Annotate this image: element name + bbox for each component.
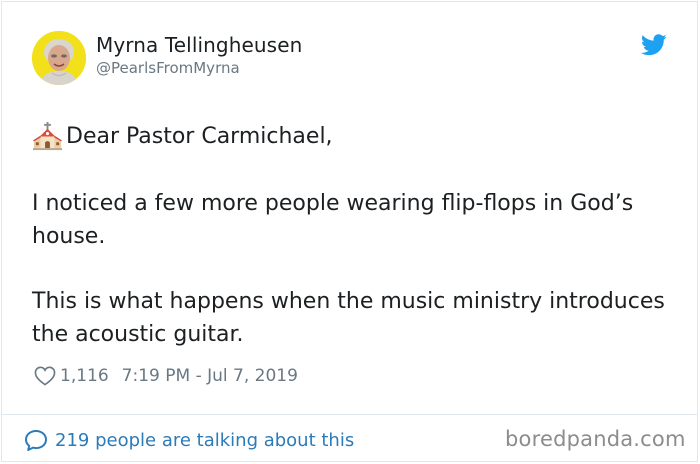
timestamp[interactable]: 7:19 PM - Jul 7, 2019 <box>122 366 298 386</box>
site-watermark: boredpanda.com <box>505 427 686 451</box>
talking-text[interactable]: 219 people are talking about this <box>55 430 354 451</box>
talking-link[interactable]: 219 people are talking about this <box>24 427 354 453</box>
avatar[interactable] <box>32 31 86 85</box>
author-name[interactable]: Myrna Tellingheusen <box>96 33 302 57</box>
church-icon <box>32 121 63 151</box>
avatar-photo <box>32 31 86 85</box>
heart-icon[interactable] <box>34 366 56 386</box>
footer-divider <box>1 414 698 415</box>
speech-bubble-icon <box>25 429 47 451</box>
tweet-paragraph-2: This is what happens when the music mini… <box>32 289 665 347</box>
tweet-greeting-line: Dear Pastor Carmichael, <box>32 120 672 153</box>
twitter-bird-icon[interactable] <box>641 34 667 56</box>
author-handle[interactable]: @PearlsFromMyrna <box>96 59 240 77</box>
tweet-meta: 1,116 7:19 PM - Jul 7, 2019 <box>34 364 298 388</box>
tweet-greeting: Dear Pastor Carmichael, <box>66 124 333 149</box>
tweet-paragraph-1: I noticed a few more people wearing flip… <box>32 191 634 249</box>
like-count[interactable]: 1,116 <box>60 366 109 386</box>
